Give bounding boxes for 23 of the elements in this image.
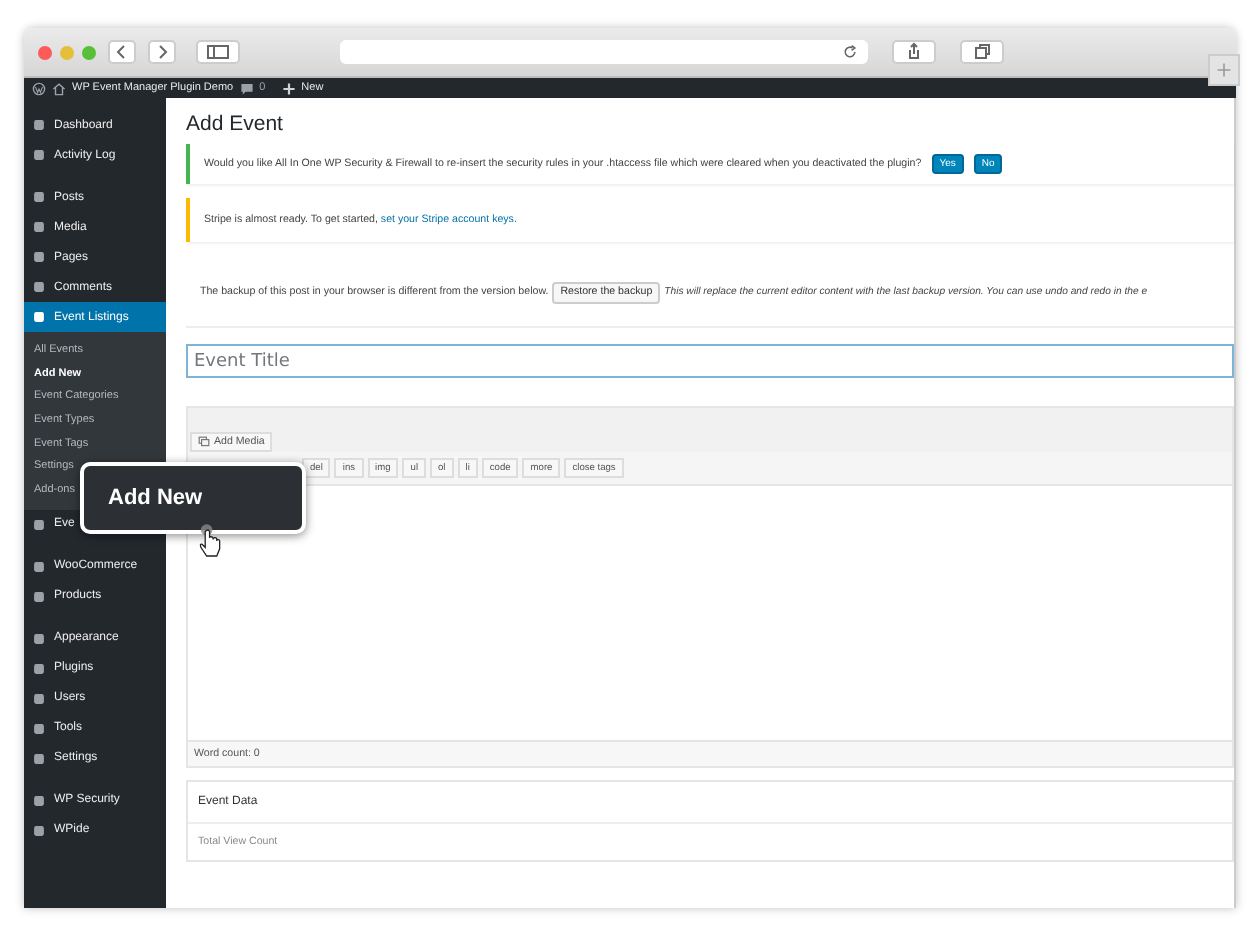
home-icon[interactable] <box>52 81 66 95</box>
page-title: Add Event <box>186 112 285 136</box>
menu-icon <box>32 148 46 162</box>
share-icon[interactable] <box>892 40 936 64</box>
back-icon[interactable] <box>108 40 136 64</box>
tooltip-text: Add New <box>108 486 203 510</box>
event-title-field[interactable]: Event Title <box>186 344 1234 378</box>
forward-icon[interactable] <box>148 40 176 64</box>
media-icon <box>198 436 210 448</box>
plus-icon[interactable] <box>281 81 296 95</box>
menu-icon <box>32 118 46 132</box>
menu-icon <box>32 310 46 324</box>
menu-icon <box>32 220 46 234</box>
reload-icon[interactable] <box>842 44 858 60</box>
wordpress-logo-icon[interactable] <box>32 81 46 95</box>
sidebar-icon[interactable] <box>196 40 240 64</box>
tabs-icon[interactable] <box>960 40 1004 64</box>
menu-icon <box>32 517 46 532</box>
menu-icon <box>32 280 46 294</box>
comment-icon[interactable] <box>239 81 254 95</box>
plus-icon <box>1216 62 1232 78</box>
menu-icon <box>32 190 46 204</box>
menu-icon <box>32 250 46 264</box>
